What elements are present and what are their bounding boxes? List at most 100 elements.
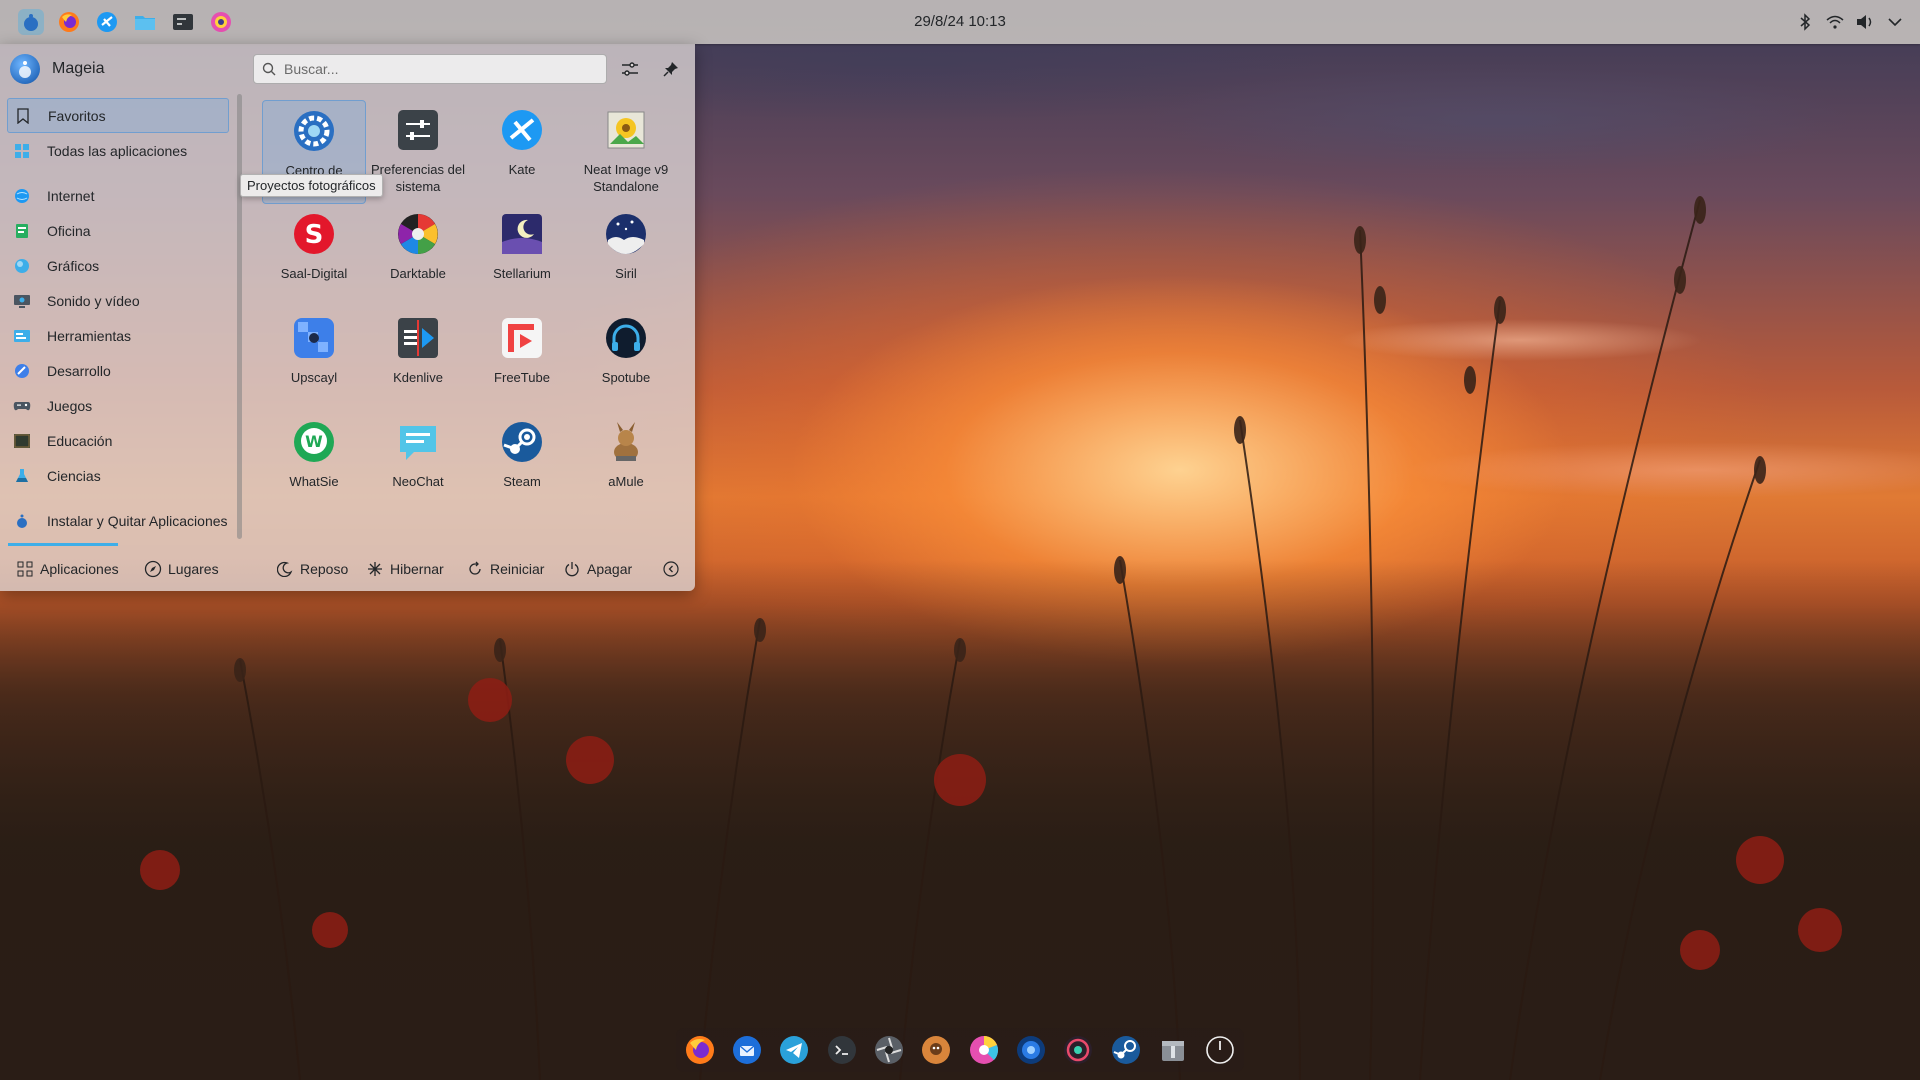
sidebar-item-label: Desarrollo [47,362,111,379]
app-neochat[interactable]: NeoChat [366,412,470,516]
sidebar-item-educacion[interactable]: Educación [7,423,229,458]
steam-icon[interactable] [1110,1034,1141,1066]
app-label: WhatSie [289,474,339,489]
tab-label: Aplicaciones [40,561,119,577]
sidebar-item-ciencias[interactable]: Ciencias [7,458,229,493]
sidebar-item-todas[interactable]: Todas las aplicaciones [7,133,229,168]
firefox-icon[interactable] [684,1034,715,1066]
sidebar-item-oficina[interactable]: Oficina [7,213,229,248]
sidebar-separator [7,168,229,178]
button-label: Hibernar [390,561,444,577]
compass-icon [144,560,162,578]
office-icon [13,222,31,240]
power-icon[interactable] [1205,1034,1236,1066]
app-kdenlive[interactable]: Kdenlive [366,308,470,412]
sidebar-separator [7,493,229,503]
flask-icon [13,467,31,485]
sidebar-scrollbar[interactable] [237,94,242,539]
app-spotube[interactable]: Spotube [574,308,678,412]
restart-icon [466,560,484,578]
kate-icon[interactable] [94,9,120,35]
sidebar-item-label: Favoritos [48,107,106,124]
wifi-icon[interactable] [1823,10,1847,34]
darktable-icon[interactable] [968,1034,999,1066]
folder-icon[interactable] [132,9,158,35]
mageia-icon[interactable] [18,9,44,35]
sidebar-item-label: Sonido y vídeo [47,292,140,309]
sidebar-item-label: Educación [47,432,113,449]
tab-lugares[interactable]: Lugares [144,552,219,586]
development-icon [13,362,31,380]
search-box[interactable] [253,54,607,84]
terminal-icon[interactable] [170,9,196,35]
tab-aplicaciones[interactable]: Aplicaciones [16,552,119,586]
pin-button[interactable] [658,56,684,82]
sidebar-item-label: Gráficos [47,257,100,274]
app-label: Kdenlive [393,370,443,385]
aperture-icon[interactable] [873,1034,904,1066]
app-label: Siril [615,266,637,281]
chevron-down-icon[interactable] [1883,10,1907,34]
sidebar-item-desarrollo[interactable]: Desarrollo [7,353,229,388]
sidebar-item-label: Instalar y Quitar Aplicaciones [47,512,228,529]
upscayl-icon [290,314,338,362]
browser-icon[interactable] [1015,1034,1046,1066]
sidebar-item-label: Oficina [47,222,91,239]
user-header[interactable]: Mageia [10,52,104,86]
app-label: Spotube [601,370,651,385]
mageia-icon [13,512,31,530]
archive-icon[interactable] [1157,1034,1188,1066]
app-whatsie[interactable]: W WhatSie [262,412,366,516]
app-upscayl[interactable]: Upscayl [262,308,366,412]
apagar-button[interactable]: Apagar [563,552,632,586]
terminal-icon[interactable] [826,1034,857,1066]
tools-icon [13,327,31,345]
app-darktable[interactable]: Darktable [366,204,470,308]
app-freetube[interactable]: FreeTube [470,308,574,412]
obs-icon[interactable] [1063,1034,1094,1066]
button-label: Reposo [300,561,349,577]
app-label: NeoChat [392,474,444,489]
bluetooth-icon[interactable] [1793,10,1817,34]
thunderbird-icon[interactable] [731,1034,762,1066]
stellarium-icon [498,210,546,258]
settings-sliders-icon [394,106,442,154]
app-amule[interactable]: aMule [574,412,678,516]
app-steam[interactable]: Steam [470,412,574,516]
sidebar-item-graficos[interactable]: Gráficos [7,248,229,283]
gamepad-icon [13,397,31,415]
search-input[interactable] [282,60,606,78]
kdenlive-icon [394,314,442,362]
hibernar-button[interactable]: Hibernar [366,552,444,586]
app-saal-digital[interactable]: S Saal-Digital [262,204,366,308]
sidebar-item-internet[interactable]: Internet [7,178,229,213]
whatsie-icon: W [290,418,338,466]
app-siril[interactable]: Siril [574,204,678,308]
clock[interactable]: 29/8/24 10:13 [0,0,1920,44]
sidebar-item-favoritos[interactable]: Favoritos [7,98,229,133]
darktable-icon[interactable] [208,9,234,35]
sidebar-item-label: Internet [47,187,95,204]
gear-icon [290,107,338,155]
volume-icon[interactable] [1853,10,1877,34]
app-label: Neat Image v9 Standalone [583,162,669,194]
sidebar-item-instalar[interactable]: Instalar y Quitar Aplicaciones [7,503,229,538]
snowflake-icon [366,560,384,578]
app-neat-image[interactable]: Neat Image v9 Standalone [574,100,678,204]
firefox-icon[interactable] [56,9,82,35]
sidebar-item-sonido[interactable]: Sonido y vídeo [7,283,229,318]
tab-label: Lugares [168,561,219,577]
reposo-button[interactable]: Reposo [276,552,348,586]
app-stellarium[interactable]: Stellarium [470,204,574,308]
configure-button[interactable] [617,56,643,82]
sidebar-item-juegos[interactable]: Juegos [7,388,229,423]
more-options-button[interactable] [662,552,686,586]
app-kate[interactable]: Kate [470,100,574,204]
amule-icon[interactable] [921,1034,952,1066]
amule-icon [602,418,650,466]
reiniciar-button[interactable]: Reiniciar [466,552,544,586]
sidebar-item-herramientas[interactable]: Herramientas [7,318,229,353]
pin-icon [663,62,678,77]
telegram-icon[interactable] [779,1034,810,1066]
user-name: Mageia [52,60,105,77]
